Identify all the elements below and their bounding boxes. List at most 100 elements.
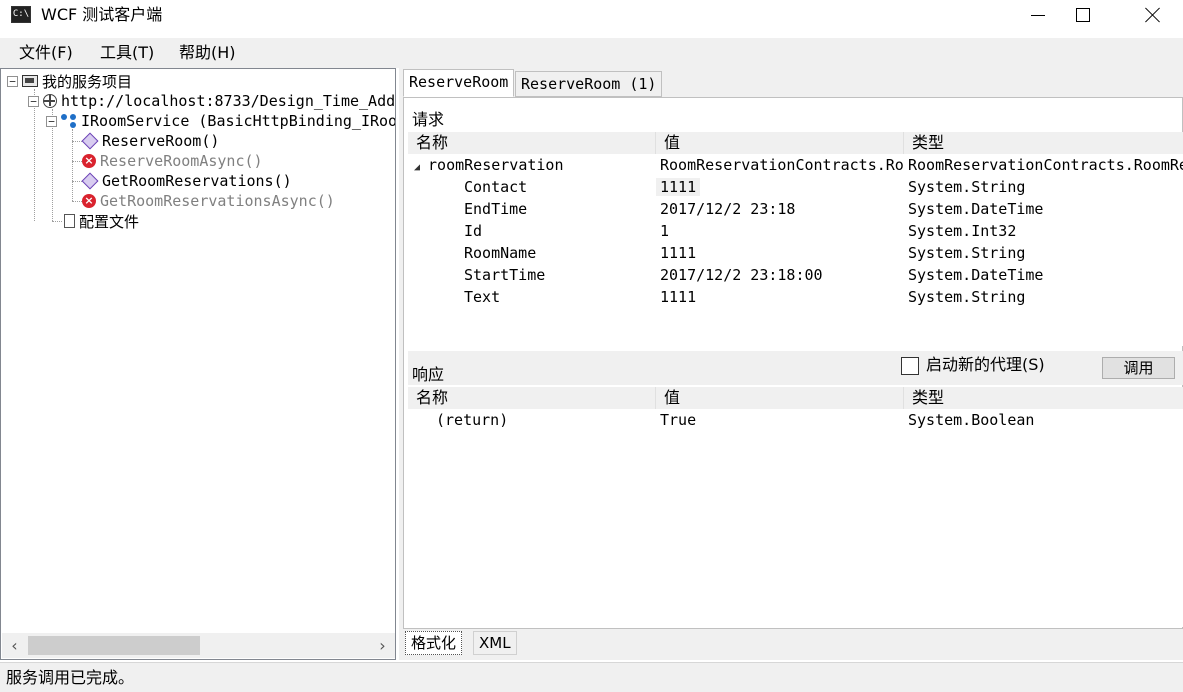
tree-item-method[interactable]: ReserveRoom() [81, 131, 220, 151]
tree-item-endpoint[interactable]: − http://localhost:8733/Design_Time_Addr… [28, 91, 396, 111]
collapse-icon[interactable]: − [46, 115, 57, 127]
cell-name: StartTime [464, 266, 546, 284]
cell-value: RoomReservationContracts.RoomReservation [660, 156, 904, 174]
table-row[interactable]: EndTime 2017/12/2 23:18 System.DateTime [408, 198, 1183, 220]
cell-name: (return) [436, 411, 509, 429]
tab-reserveroom-1[interactable]: ReserveRoom (1) [515, 71, 663, 97]
tree-item-label: 我的服务项目 [42, 72, 133, 91]
cell-value[interactable]: 2017/12/2 23:18:00 [656, 264, 904, 286]
cell-name: EndTime [464, 200, 528, 218]
tree-item-label: http://localhost:8733/Design_Time_Addres… [61, 92, 396, 110]
cell-type: System.String [908, 244, 1026, 262]
cell-type: System.String [908, 288, 1026, 306]
error-icon: × [82, 194, 96, 208]
tree-line [72, 161, 82, 162]
cell-type: System.String [908, 178, 1026, 196]
response-grid-header: 名称 值 类型 [408, 387, 1183, 409]
table-row[interactable]: Id 1 System.Int32 [408, 220, 1183, 242]
method-panel: ReserveRoom ReserveRoom (1) 请求 名称 值 类型 ◢… [399, 68, 1183, 660]
tree-item-service[interactable]: − IRoomService (BasicHttpBinding_IRoomSe… [46, 111, 395, 131]
cell-value[interactable]: 1111 [656, 242, 904, 264]
table-row-parent[interactable]: ◢ roomReservation RoomReservationContract… [408, 154, 1183, 176]
response-toolbar: 启动新的代理(S) 调用 [408, 351, 1183, 385]
tree-item-label: ReserveRoomAsync() [100, 152, 263, 170]
status-text: 服务调用已完成。 [6, 668, 135, 687]
menu-help[interactable]: 帮助(H) [179, 42, 236, 64]
request-grid-header: 名称 值 类型 [408, 132, 1183, 154]
cell-name: ◢ roomReservation [408, 154, 656, 176]
cell-value[interactable]: True [656, 409, 904, 431]
horizontal-scrollbar[interactable]: ‹ › [2, 633, 395, 658]
cell-value[interactable]: 1111 [656, 176, 904, 198]
cell-value[interactable]: 1111 [656, 286, 904, 308]
minimize-icon [1031, 14, 1045, 16]
tab-reserveroom[interactable]: ReserveRoom [403, 69, 515, 97]
column-header-type: 类型 [904, 132, 1183, 154]
endpoint-globe-icon [43, 94, 57, 108]
table-row[interactable]: (return) True System.Boolean [408, 409, 1183, 431]
method-icon [81, 172, 99, 190]
tree-item-label: GetRoomReservationsAsync() [100, 192, 335, 210]
menu-file[interactable]: 文件(F) [19, 42, 73, 64]
tree-line [72, 141, 82, 142]
collapse-icon[interactable]: − [7, 75, 18, 87]
file-icon [64, 214, 75, 228]
menu-tools[interactable]: 工具(T) [100, 42, 154, 64]
cell-value[interactable]: 2017/12/2 23:18 [656, 198, 904, 220]
table-row[interactable]: RoomName 1111 System.String [408, 242, 1183, 264]
response-grid: 名称 值 类型 (return) True System.Boolean [408, 387, 1183, 627]
maximize-icon [1076, 8, 1090, 22]
minimize-button[interactable] [1015, 0, 1061, 30]
close-button[interactable] [1130, 0, 1176, 30]
cell-name: Text [464, 288, 501, 306]
new-proxy-checkbox[interactable] [901, 357, 919, 375]
tab-xml[interactable]: XML [473, 631, 517, 655]
table-row[interactable]: Text 1111 System.String [408, 286, 1183, 308]
tree-item-config[interactable]: 配置文件 [64, 211, 139, 231]
scroll-right-icon[interactable]: › [370, 633, 395, 658]
cell-type: System.DateTime [908, 200, 1044, 218]
maximize-button[interactable] [1060, 0, 1106, 30]
tree-item-label: ReserveRoom() [102, 132, 220, 150]
tree-item-label: IRoomService (BasicHttpBinding_IRoomServ… [81, 112, 395, 130]
table-row[interactable]: Contact 1111 System.String [408, 176, 1183, 198]
collapse-icon[interactable]: − [28, 95, 39, 107]
tab-content: 请求 名称 值 类型 ◢ roomReservation RoomReservat… [403, 97, 1183, 629]
scrollbar-thumb[interactable] [28, 636, 200, 655]
tab-formatted[interactable]: 格式化 [405, 631, 463, 655]
table-row[interactable]: StartTime 2017/12/2 23:18:00 System.DateTi… [408, 264, 1183, 286]
cell-name: RoomName [464, 244, 537, 262]
expand-triangle-icon[interactable]: ◢ [414, 157, 420, 176]
status-bar: 服务调用已完成。 [0, 662, 1183, 692]
window-title: WCF 测试客户端 [41, 5, 163, 24]
tree-line [72, 129, 73, 201]
cell-value[interactable]: 1 [656, 220, 904, 242]
tree-line [52, 221, 62, 222]
column-header-value: 值 [656, 132, 904, 154]
response-title: 响应 [412, 365, 445, 384]
menu-bar: 文件(F) 工具(T) 帮助(H) [0, 38, 1183, 68]
tree-item-label: GetRoomReservations() [102, 172, 292, 190]
tree-item-method[interactable]: GetRoomReservations() [81, 171, 292, 191]
tree-item-label: 配置文件 [79, 212, 140, 231]
request-grid: 名称 值 类型 ◢ roomReservation RoomReservation… [408, 132, 1183, 346]
invoke-button[interactable]: 调用 [1102, 357, 1175, 379]
scroll-left-icon[interactable]: ‹ [2, 633, 27, 658]
cell-type: System.DateTime [908, 266, 1044, 284]
cell-type: RoomReservationContracts.RoomReservation [908, 156, 1183, 174]
cell-type: System.Boolean [908, 411, 1035, 429]
service-contract-icon [61, 114, 77, 128]
column-header-name: 名称 [408, 387, 656, 409]
new-proxy-label: 启动新的代理(S) [926, 355, 1045, 374]
cell-name: Id [464, 222, 483, 240]
tree-item-method[interactable]: × ReserveRoomAsync() [82, 151, 263, 171]
root-folder-icon [22, 75, 38, 87]
request-title: 请求 [412, 110, 445, 129]
cell-type: System.Int32 [908, 222, 1017, 240]
tree-item-method[interactable]: × GetRoomReservationsAsync() [82, 191, 335, 211]
tree-line [72, 201, 82, 202]
app-icon: C:\ [11, 6, 31, 23]
column-header-name: 名称 [408, 132, 656, 154]
tree-item-root[interactable]: − 我的服务项目 [7, 71, 132, 91]
column-header-value: 值 [656, 387, 904, 409]
